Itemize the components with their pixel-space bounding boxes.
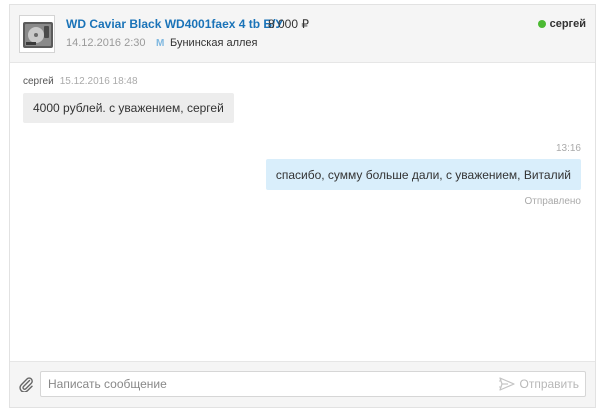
message-input-box: Отправить (40, 371, 586, 397)
message-delivery-status: Отправлено (524, 196, 581, 207)
item-date: 14.12.2016 2:30 (66, 37, 146, 49)
online-indicator-icon (537, 20, 546, 28)
message-meta: сергей 15.12.2016 18:48 (23, 76, 138, 87)
interlocutor-name[interactable]: сергей (550, 18, 586, 30)
incoming-message-bubble: 4000 рублей. с уважением, сергей (23, 93, 234, 123)
chat-header: WD Caviar Black WD4001faex 4 tb Б/У 8 00… (10, 5, 595, 63)
message-author: сергей (23, 76, 54, 87)
chat-window: WD Caviar Black WD4001faex 4 tb Б/У 8 00… (9, 4, 596, 408)
message-composer: Отправить (10, 361, 595, 407)
paperclip-icon[interactable] (18, 376, 34, 392)
metro-station: Бунинская аллея (170, 37, 258, 49)
send-button-label: Отправить (519, 377, 579, 391)
item-price: 8 000 ₽ (268, 17, 309, 31)
user-status[interactable]: сергей (537, 18, 586, 30)
metro-icon: M (156, 38, 165, 49)
hard-drive-icon (23, 22, 53, 48)
outgoing-message-bubble: спасибо, сумму больше дали, с уважением,… (265, 159, 581, 190)
item-title-link[interactable]: WD Caviar Black WD4001faex 4 tb Б/У (66, 17, 283, 31)
message-time: 15.12.2016 18:48 (59, 76, 138, 87)
message-input[interactable] (41, 372, 481, 396)
send-button[interactable]: Отправить (499, 374, 579, 394)
item-thumbnail[interactable] (19, 15, 55, 53)
paper-plane-icon (499, 377, 516, 391)
message-time: 13:16 (555, 143, 581, 154)
